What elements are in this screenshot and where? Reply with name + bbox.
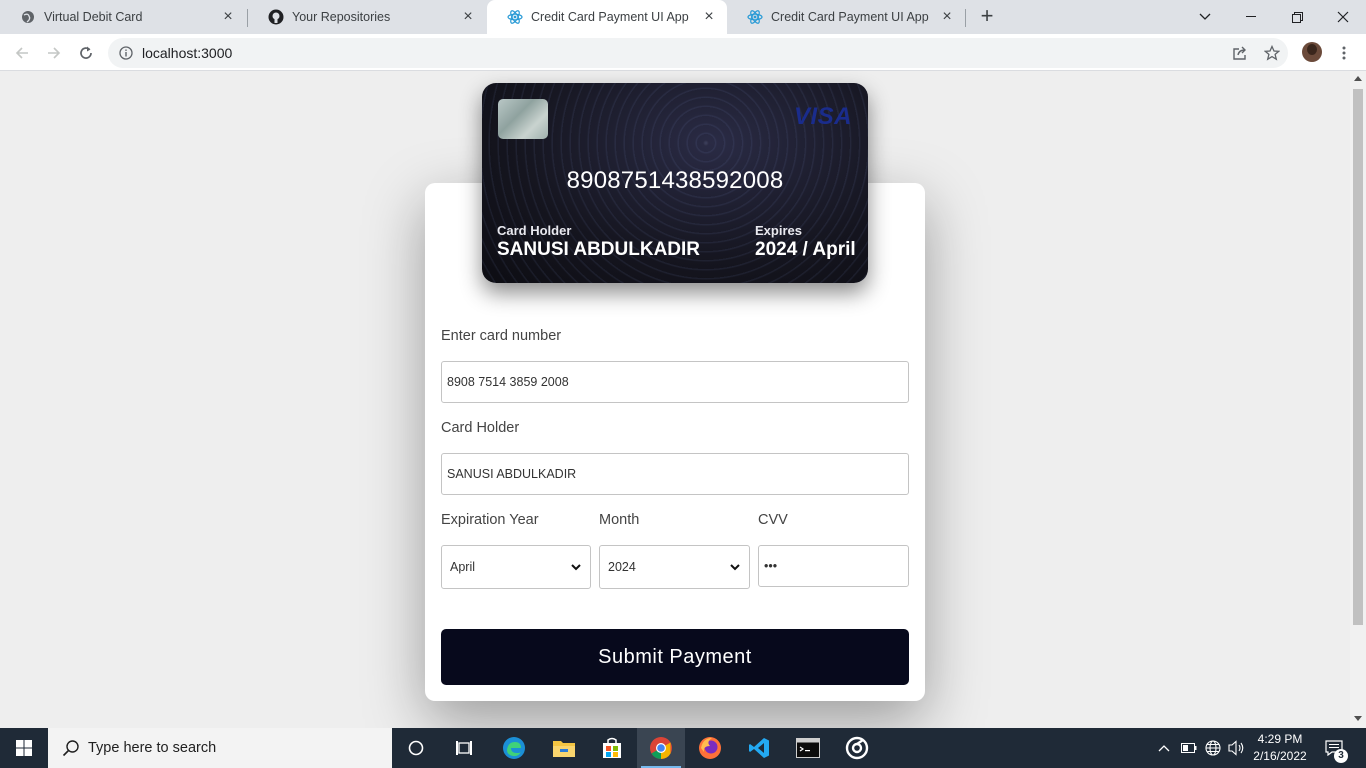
scroll-up-arrow-icon[interactable] — [1354, 76, 1362, 81]
react-icon — [747, 9, 763, 25]
selected-value: 2024 — [608, 560, 636, 574]
react-icon — [507, 9, 523, 25]
tab-your-repositories[interactable]: Your Repositories × — [248, 0, 486, 34]
kebab-menu-icon[interactable] — [1332, 41, 1356, 65]
selected-value: April — [450, 560, 476, 574]
credit-card-preview: VISA 8908751438592008 Card Holder SANUSI… — [482, 83, 868, 283]
chevron-down-icon — [571, 564, 581, 571]
reload-icon[interactable] — [74, 41, 98, 65]
github-icon — [268, 9, 284, 25]
cvv-input[interactable]: ••• — [758, 545, 909, 587]
bookmark-star-icon[interactable] — [1260, 41, 1284, 65]
card-number-input[interactable]: 8908 7514 3859 2008 — [441, 361, 909, 403]
submit-payment-button[interactable]: Submit Payment — [441, 629, 909, 685]
card-holder-input[interactable]: SANUSI ABDULKADIR — [441, 453, 909, 495]
url-text: localhost:3000 — [142, 45, 233, 61]
globe-icon — [20, 9, 36, 25]
firefox-icon[interactable] — [686, 728, 734, 768]
close-tab-icon[interactable]: × — [220, 9, 236, 25]
scroll-thumb[interactable] — [1353, 89, 1363, 625]
windows-taskbar: Type here to search 4:29 PM 2/16/2022 3 — [0, 728, 1366, 768]
tab-title: Credit Card Payment UI App — [531, 10, 689, 24]
card-holder-label: Card Holder — [497, 223, 572, 238]
page-scrollbar[interactable] — [1350, 71, 1366, 728]
close-window-icon[interactable] — [1320, 0, 1366, 34]
clock-date: 2/16/2022 — [1253, 749, 1307, 763]
volume-icon[interactable] — [1226, 728, 1248, 768]
tab-title: Credit Card Payment UI App — [771, 10, 929, 24]
close-tab-icon[interactable]: × — [939, 9, 955, 25]
cortana-icon[interactable] — [392, 728, 440, 768]
windows-start-icon[interactable] — [0, 728, 48, 768]
tab-title: Your Repositories — [292, 10, 391, 24]
tray-chevron-up-icon[interactable] — [1154, 728, 1174, 768]
taskbar-clock[interactable]: 4:29 PM 2/16/2022 — [1248, 731, 1312, 765]
restore-icon[interactable] — [1274, 0, 1320, 34]
card-expires-label: Expires — [755, 223, 802, 238]
clock-time: 4:29 PM — [1257, 732, 1303, 746]
new-tab-button[interactable]: + — [976, 5, 998, 28]
network-globe-icon[interactable] — [1202, 728, 1224, 768]
card-number-display: 8908751438592008 — [566, 167, 784, 194]
share-icon[interactable] — [1228, 41, 1252, 65]
card-chip-icon — [498, 99, 548, 139]
microsoft-store-icon[interactable] — [588, 728, 636, 768]
visa-logo: VISA — [793, 103, 852, 130]
expiration-year-label: Expiration Year — [441, 512, 539, 528]
battery-icon[interactable] — [1178, 728, 1200, 768]
tab-strip: Virtual Debit Card × Your Repositories ×… — [0, 0, 1366, 34]
browser-toolbar: localhost:3000 — [0, 34, 1366, 71]
site-info-icon[interactable] — [118, 45, 134, 61]
search-placeholder: Type here to search — [88, 740, 217, 756]
address-bar[interactable]: localhost:3000 — [108, 38, 1288, 68]
tab-search-chevron-icon[interactable] — [1182, 0, 1228, 34]
notification-count-badge: 3 — [1334, 749, 1348, 763]
tab-credit-card-payment-active[interactable]: Credit Card Payment UI App × — [487, 0, 727, 34]
minimize-icon[interactable] — [1228, 0, 1274, 34]
tab-virtual-debit-card[interactable]: Virtual Debit Card × — [0, 0, 246, 34]
close-tab-icon[interactable]: × — [701, 9, 717, 25]
expiration-year-select[interactable]: April — [441, 545, 591, 589]
cvv-label: CVV — [758, 512, 788, 528]
card-holder-name: SANUSI ABDULKADIR — [497, 239, 701, 260]
terminal-icon[interactable] — [784, 728, 832, 768]
page-content: VISA 8908751438592008 Card Holder SANUSI… — [0, 71, 1350, 728]
card-holder-field-label: Card Holder — [441, 420, 520, 436]
forward-arrow-icon[interactable] — [42, 41, 66, 65]
task-view-icon[interactable] — [440, 728, 488, 768]
vscode-icon[interactable] — [735, 728, 783, 768]
tab-title: Virtual Debit Card — [44, 10, 143, 24]
file-explorer-icon[interactable] — [540, 728, 588, 768]
month-label: Month — [599, 512, 640, 528]
scroll-down-arrow-icon[interactable] — [1354, 716, 1362, 721]
chevron-down-icon — [730, 564, 740, 571]
back-arrow-icon[interactable] — [10, 41, 34, 65]
search-icon — [62, 739, 80, 757]
close-tab-icon[interactable]: × — [460, 9, 476, 25]
card-number-label: Enter card number — [441, 328, 562, 344]
tab-separator — [965, 9, 966, 27]
edge-icon[interactable] — [490, 728, 538, 768]
taskbar-search-box[interactable]: Type here to search — [48, 728, 392, 768]
chrome-icon[interactable] — [637, 728, 685, 768]
month-select[interactable]: 2024 — [599, 545, 750, 589]
app-circle-icon[interactable] — [833, 728, 881, 768]
tab-credit-card-payment[interactable]: Credit Card Payment UI App × — [727, 0, 965, 34]
card-expires-value: 2024 / April — [755, 239, 856, 260]
profile-avatar[interactable] — [1302, 42, 1322, 62]
